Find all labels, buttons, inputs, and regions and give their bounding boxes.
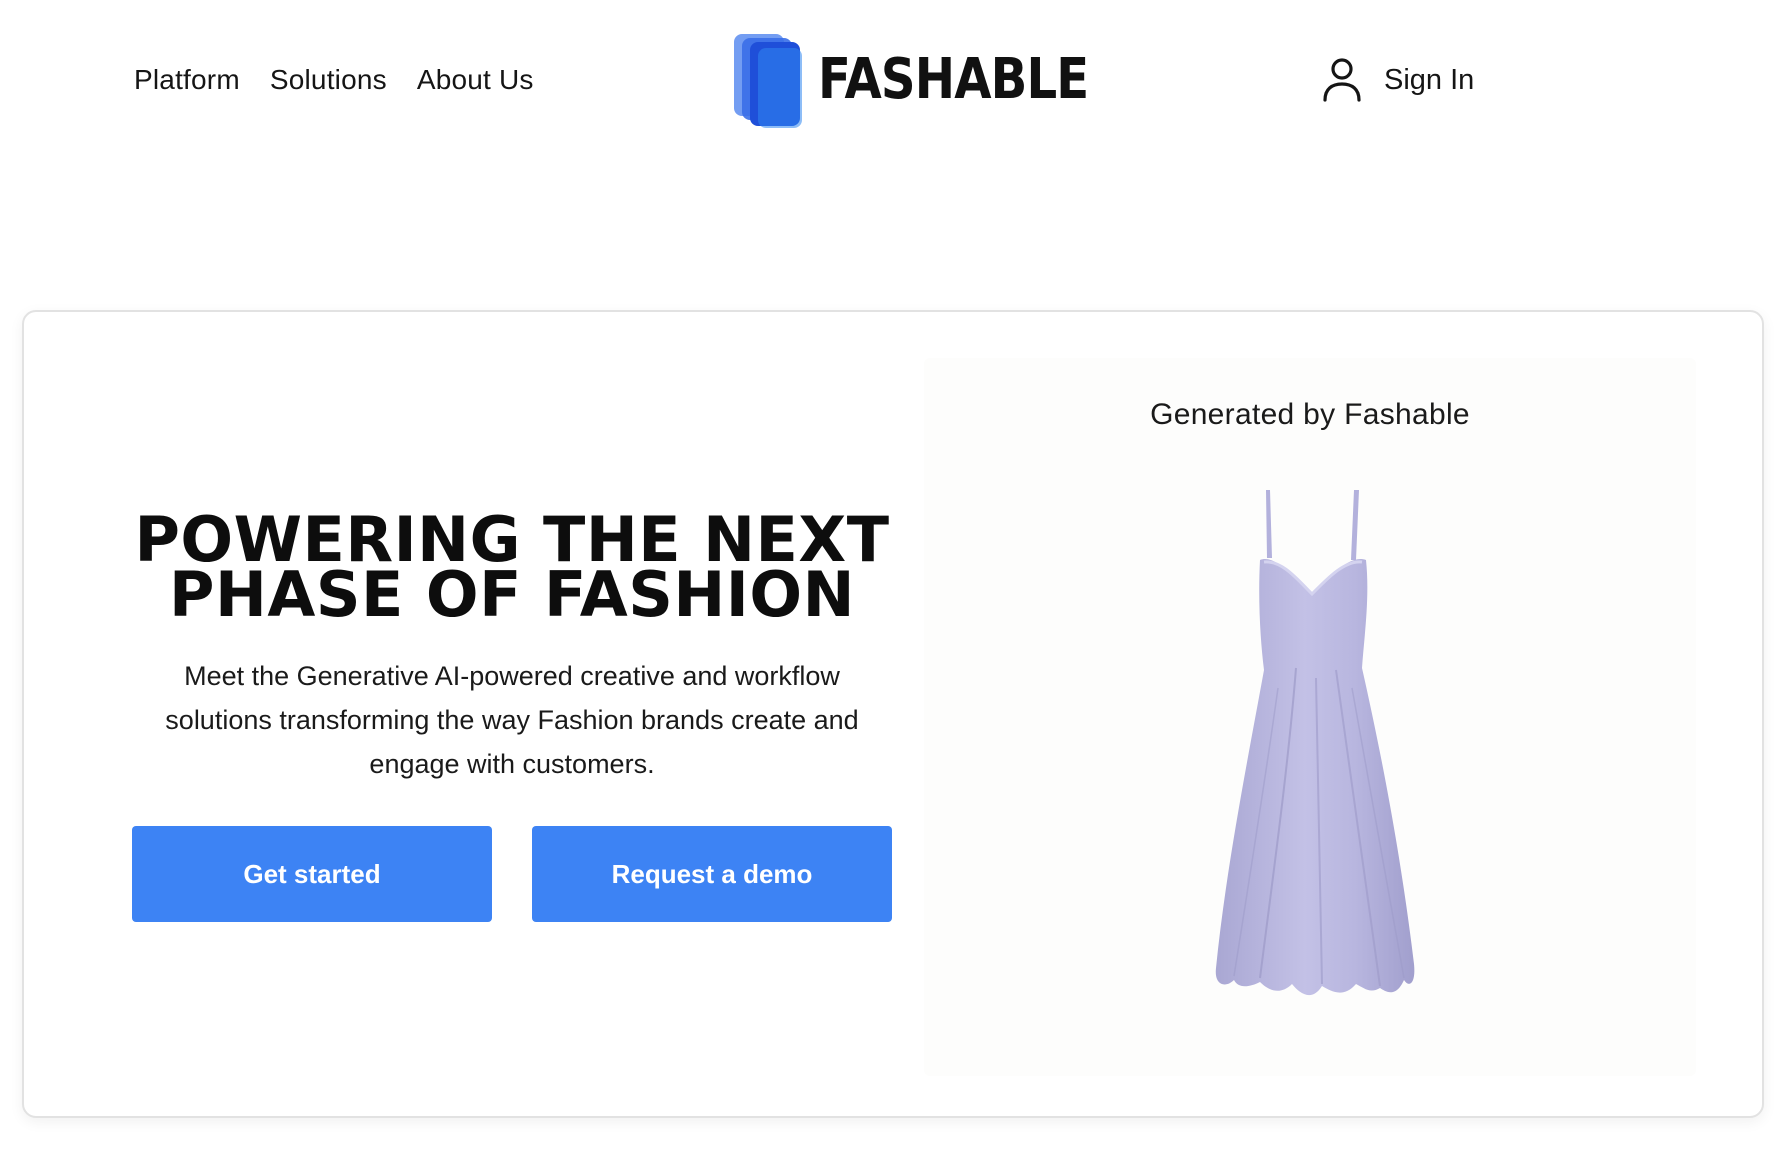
user-icon [1323, 58, 1361, 102]
hero-description: Meet the Generative AI-powered creative … [165, 661, 859, 779]
dress-image [1215, 490, 1415, 996]
hero-content: POWERING THE NEXT PHASE OF FASHION Meet … [132, 509, 892, 922]
get-started-button[interactable]: Get started [132, 826, 492, 922]
request-demo-button[interactable]: Request a demo [532, 826, 892, 922]
nav-link-solutions[interactable]: Solutions [270, 58, 387, 102]
main-nav: Platform Solutions About Us [134, 58, 564, 102]
nav-link-platform[interactable]: Platform [134, 58, 240, 102]
brand-logo[interactable]: FASHABLE [732, 32, 1132, 128]
hero-card: POWERING THE NEXT PHASE OF FASHION Meet … [22, 310, 1764, 1118]
image-caption: Generated by Fashable [1150, 398, 1470, 431]
hero-title-line-2: PHASE OF FASHION [169, 558, 855, 631]
brand-name: FASHABLE [818, 47, 1089, 112]
stacked-layers-logo-icon [732, 32, 804, 128]
sign-in-label: Sign In [1384, 64, 1475, 96]
hero-image-panel: Generated by Fashable [924, 358, 1696, 1076]
nav-link-about-us[interactable]: About Us [417, 58, 534, 102]
sign-in-link[interactable]: Sign In [1320, 56, 1474, 104]
hero-title: POWERING THE NEXT PHASE OF FASHION [132, 509, 892, 631]
site-header: Platform Solutions About Us FASHABLE Sig… [0, 0, 1782, 160]
hero-buttons: Get started Request a demo [132, 826, 892, 922]
